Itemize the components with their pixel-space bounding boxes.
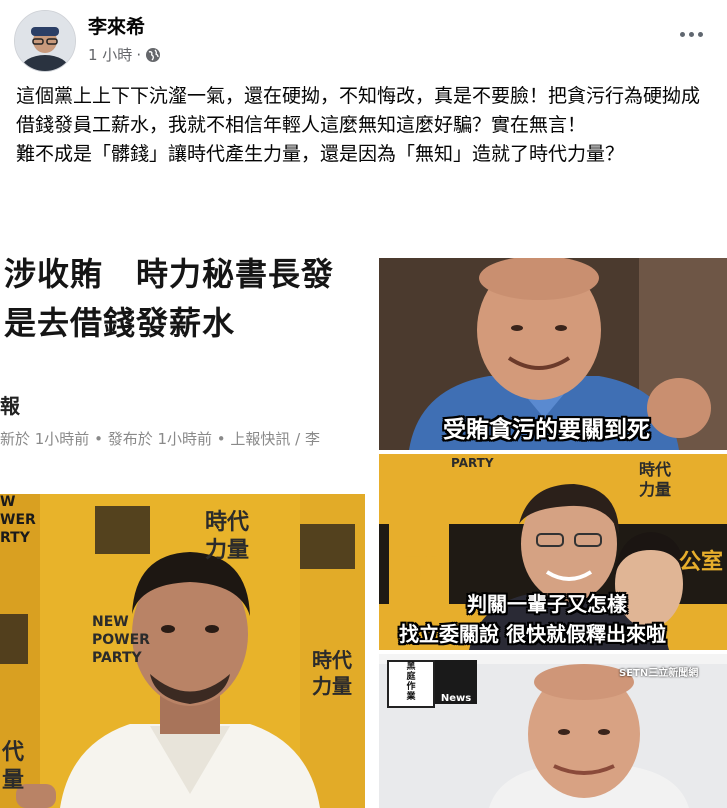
- news-dateline: 新於 1小時前 • 發布於 1小時前 • 上報快訊 / 李: [0, 430, 320, 448]
- headline-line-1: 涉收賄 時力秘書長發: [4, 255, 335, 293]
- channel-badge-1: 黑 庭 作 業: [387, 660, 435, 708]
- more-options-icon[interactable]: [676, 24, 706, 44]
- channel-badge-2: News: [435, 660, 477, 704]
- npp-logo-text: 力量: [639, 480, 672, 499]
- channel-logo: SETN三立新聞網: [619, 668, 699, 679]
- meta-separator: ·: [136, 45, 142, 64]
- man-photo-illustration: [0, 494, 365, 808]
- avatar-photo-icon: [15, 11, 75, 71]
- sign-text: 公室: [679, 550, 724, 575]
- post-body: 這個黨上上下下沆瀣一氣，還在硬拗，不知悔改，真是不要臉！把貪污行為硬拗成借錢發員…: [16, 82, 716, 169]
- sign-text: 國: [397, 546, 446, 602]
- npp-logo-text: POWER: [92, 632, 150, 648]
- npp-logo-text: PARTY: [92, 650, 142, 666]
- meme-panel-1[interactable]: 受賄貪污的要關到死: [379, 258, 727, 450]
- npp-logo-text: 時代: [312, 648, 352, 672]
- meme-caption-2-line-1: 判關一輩子又怎樣: [467, 592, 627, 616]
- photo-gallery[interactable]: 涉收賄 時力秘書長發 是去借錢發薪水 報 新於 1小時前 • 發布於 1小時前 …: [0, 244, 727, 808]
- meme-caption-1: 受賄貪污的要關到死: [443, 417, 650, 443]
- party-label: PARTY: [451, 456, 494, 470]
- news-source: 報: [0, 394, 20, 418]
- gallery-divider: [365, 244, 379, 808]
- post-meta: 1 小時 ·: [88, 44, 161, 65]
- avatar[interactable]: [14, 10, 76, 72]
- more-dot: [688, 31, 694, 37]
- post-time[interactable]: 1 小時: [88, 44, 132, 65]
- headline-line-2: 是去借錢發薪水: [4, 304, 236, 342]
- news-screenshot-image[interactable]: 涉收賄 時力秘書長發 是去借錢發薪水 報 新於 1小時前 • 發布於 1小時前 …: [0, 244, 365, 808]
- npp-logo-text: WER: [0, 512, 36, 528]
- meme-panel-3[interactable]: 黑 庭 作 業 News SETN三立新聞網: [379, 654, 727, 808]
- npp-logo-text: NEW: [92, 614, 129, 630]
- more-dot: [697, 31, 703, 37]
- post-header: 李來希 1 小時 ·: [0, 0, 727, 72]
- globe-icon[interactable]: [145, 47, 161, 63]
- npp-logo-text: W: [0, 494, 16, 510]
- news-headline: 涉收賄 時力秘書長發 是去借錢發薪水: [4, 250, 365, 348]
- news-photo: W WER RTY 時代 力量 NEW POWER PARTY 時代 力量 代 …: [0, 494, 365, 808]
- post-paragraph-2: 難不成是「髒錢」讓時代產生力量，還是因為「無知」造就了時代力量？: [16, 143, 625, 165]
- meme-caption-2-line-2: 找立委關說 很快就假釋出來啦: [399, 622, 666, 646]
- meme-panel-2[interactable]: PARTY 時代 力量 國 公室 判關一輩子又怎樣 找立委關說 很快就假釋出來啦: [379, 454, 727, 650]
- npp-logo-text: 力量: [312, 674, 352, 698]
- npp-logo-text: 力量: [205, 538, 250, 563]
- more-dot: [679, 31, 685, 37]
- npp-logo-text: RTY: [0, 530, 30, 546]
- meme-images[interactable]: 受賄貪污的要關到死 PARTY 時代 力量 國 公室 判關一輩子又怎樣 找立委關…: [379, 258, 727, 808]
- post-paragraph-1: 這個黨上上下下沆瀣一氣，還在硬拗，不知悔改，真是不要臉！把貪污行為硬拗成借錢發員…: [16, 85, 701, 136]
- author-name[interactable]: 李來希: [88, 12, 145, 39]
- npp-logo-text: 量: [2, 768, 25, 793]
